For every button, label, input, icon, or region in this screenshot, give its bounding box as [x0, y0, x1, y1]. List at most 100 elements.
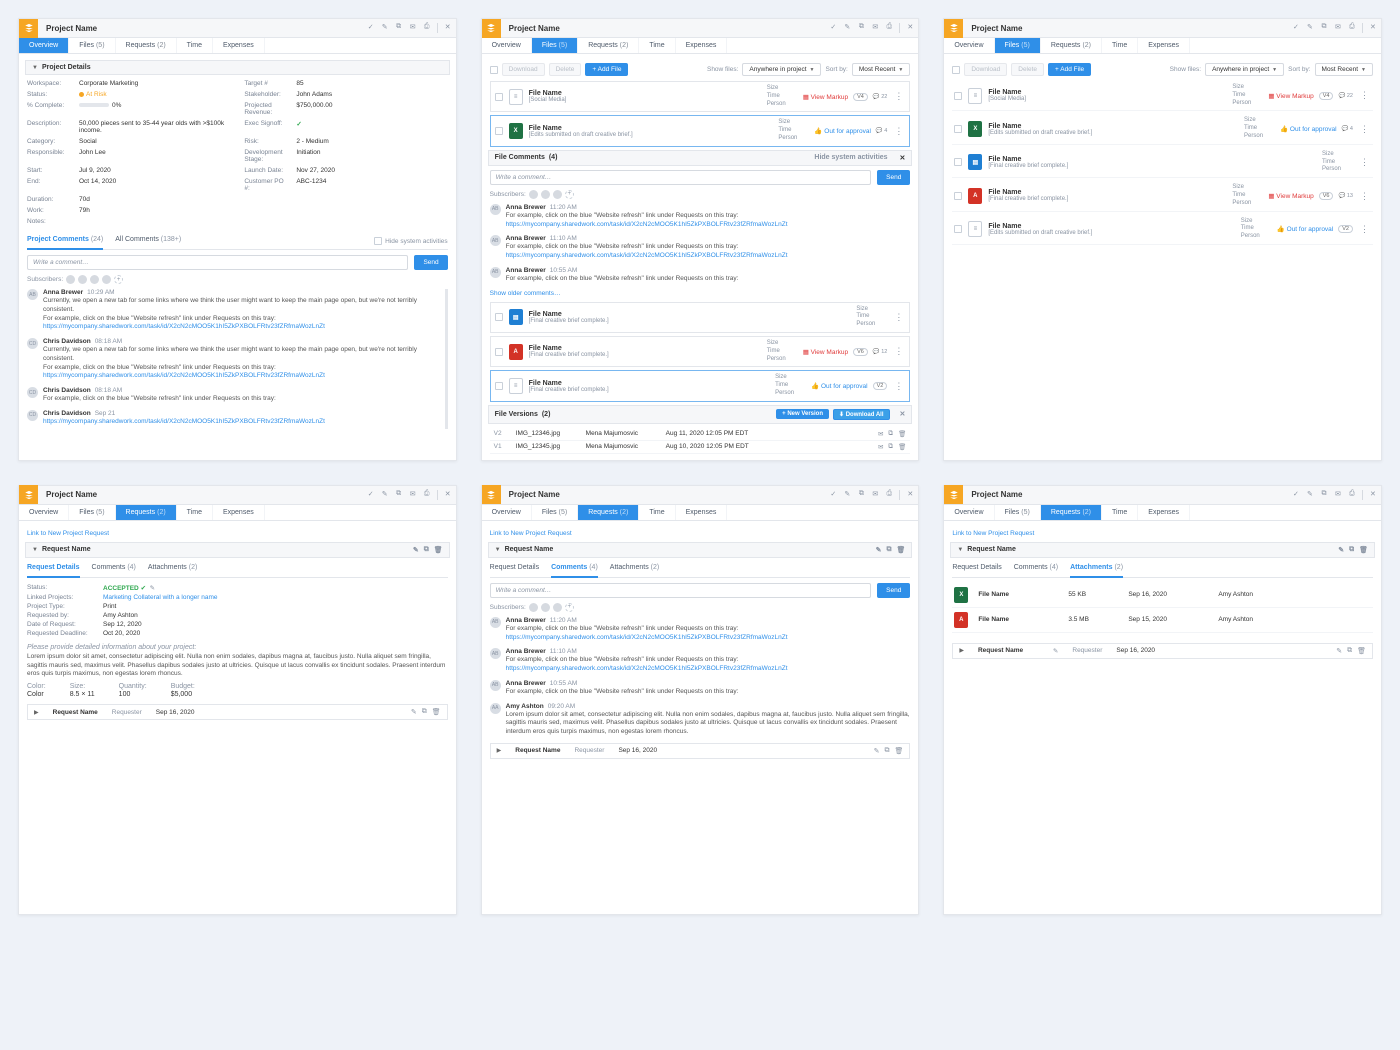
- file-checkbox[interactable]: [954, 192, 962, 200]
- tab-expenses[interactable]: Expenses: [213, 38, 265, 53]
- file-checkbox[interactable]: [495, 93, 503, 101]
- copy-icon[interactable]: ⧉: [395, 23, 403, 31]
- tab-overview[interactable]: Overview: [482, 38, 532, 53]
- version-delete-icon[interactable]: 🗑: [898, 430, 906, 438]
- comment-link[interactable]: https://mycompany.sharedwork.com/task/id…: [506, 634, 788, 641]
- version-copy-icon[interactable]: ⧉: [888, 430, 893, 438]
- file-more-icon[interactable]: ⋮: [1358, 127, 1371, 132]
- delete-button[interactable]: Delete: [549, 63, 582, 76]
- version-mail-icon[interactable]: ✉: [878, 443, 883, 451]
- link-new-request[interactable]: Link to New Project Request: [27, 527, 109, 542]
- view-markup-link[interactable]: ▦ View Markup: [1268, 92, 1313, 100]
- version-copy-icon[interactable]: ⧉: [888, 443, 893, 451]
- tab-expenses[interactable]: Expenses: [676, 38, 728, 53]
- mark-done-icon[interactable]: ✓: [367, 23, 375, 31]
- file-row[interactable]: XFile Name[Edits submitted on draft crea…: [490, 115, 911, 146]
- comment-link[interactable]: https://mycompany.sharedwork.com/task/id…: [506, 221, 788, 228]
- version-delete-icon[interactable]: 🗑: [898, 443, 906, 451]
- subtab-request-comments[interactable]: Comments (4): [92, 564, 136, 574]
- edit-request-icon[interactable]: ✎: [413, 546, 419, 554]
- file-comment-input[interactable]: Write a comment…: [490, 170, 871, 185]
- delete-request-icon[interactable]: 🗑: [434, 546, 443, 554]
- subtab-all-comments[interactable]: All Comments (138+): [115, 236, 181, 246]
- view-markup-link[interactable]: ▦ View Markup: [803, 348, 848, 356]
- file-checkbox[interactable]: [495, 348, 503, 356]
- print-icon[interactable]: ⎙: [423, 23, 431, 31]
- file-more-icon[interactable]: ⋮: [1358, 160, 1371, 165]
- view-markup-link[interactable]: ▦ View Markup: [803, 93, 848, 101]
- download-all-button[interactable]: ⬇ Download All: [833, 409, 889, 420]
- file-row[interactable]: ▤File Name[Final creative brief complete…: [952, 148, 1373, 178]
- file-checkbox[interactable]: [495, 313, 503, 321]
- view-markup-link[interactable]: ▦ View Markup: [1268, 192, 1313, 200]
- attachment-row[interactable]: XFile Name55 KBSep 16, 2020Amy Ashton: [952, 583, 1373, 608]
- comment-link[interactable]: https://mycompany.sharedwork.com/task/id…: [506, 252, 788, 259]
- file-checkbox[interactable]: [495, 382, 503, 390]
- file-more-icon[interactable]: ⋮: [1358, 93, 1371, 98]
- out-for-approval-link[interactable]: 👍 Out for approval: [1280, 125, 1337, 133]
- subtab-request-attachments[interactable]: Attachments (2): [148, 564, 197, 574]
- comment-link[interactable]: https://mycompany.sharedwork.com/task/id…: [43, 323, 325, 330]
- out-for-approval-link[interactable]: 👍 Out for approval: [811, 382, 868, 390]
- file-row[interactable]: ≡File Name[Edits submitted on draft crea…: [952, 215, 1373, 245]
- edit-inline-icon[interactable]: ✎: [1053, 647, 1058, 655]
- comment-link[interactable]: https://mycompany.sharedwork.com/task/id…: [43, 372, 325, 379]
- file-row[interactable]: AFile Name[Final creative brief complete…: [490, 336, 911, 367]
- file-more-icon[interactable]: ⋮: [892, 94, 905, 99]
- scope-dropdown[interactable]: Anywhere in project▼: [742, 63, 821, 76]
- mail-icon[interactable]: ✉: [409, 23, 417, 31]
- file-row[interactable]: ≡File Name[Social Media]SizeTimePerson▦ …: [490, 81, 911, 112]
- show-older-link[interactable]: Show older comments…: [490, 290, 561, 297]
- close-icon[interactable]: ✕: [444, 23, 452, 31]
- file-send-button[interactable]: Send: [877, 170, 910, 185]
- file-more-icon[interactable]: ⋮: [1358, 227, 1371, 232]
- tab-time[interactable]: Time: [639, 38, 675, 53]
- version-mail-icon[interactable]: ✉: [878, 430, 883, 438]
- project-details-header[interactable]: ▼Project Details: [25, 60, 450, 75]
- out-for-approval-link[interactable]: 👍 Out for approval: [1277, 225, 1334, 233]
- file-row[interactable]: ▤File Name[Final creative brief complete…: [490, 302, 911, 333]
- subtab-project-comments[interactable]: Project Comments (24): [27, 236, 103, 250]
- tab-files[interactable]: Files (5): [69, 38, 115, 53]
- attachment-row[interactable]: AFile Name3.5 MBSep 15, 2020Amy Ashton: [952, 608, 1373, 633]
- file-row[interactable]: AFile Name[Final creative brief complete…: [952, 181, 1373, 211]
- comment-link[interactable]: https://mycompany.sharedwork.com/task/id…: [506, 665, 788, 672]
- hide-sys-checkbox[interactable]: [374, 237, 382, 245]
- tab-files[interactable]: Files (5): [532, 38, 578, 53]
- download-button[interactable]: Download: [502, 63, 545, 76]
- out-for-approval-link[interactable]: 👍 Out for approval: [814, 127, 871, 135]
- file-more-icon[interactable]: ⋮: [892, 315, 905, 320]
- sort-dropdown[interactable]: Most Recent▼: [852, 63, 910, 76]
- tab-time[interactable]: Time: [177, 38, 213, 53]
- select-all-checkbox[interactable]: [490, 66, 498, 74]
- file-more-icon[interactable]: ⋮: [892, 349, 905, 354]
- file-row[interactable]: ≡File Name[Social Media]SizeTimePerson▦ …: [952, 81, 1373, 111]
- file-more-icon[interactable]: ⋮: [892, 129, 905, 134]
- file-checkbox[interactable]: [954, 158, 962, 166]
- edit-icon[interactable]: ✎: [381, 23, 389, 31]
- file-more-icon[interactable]: ⋮: [892, 384, 905, 389]
- request-header[interactable]: ▼Request Name✎⧉🗑: [25, 542, 450, 558]
- close-comments-icon[interactable]: ✕: [899, 154, 905, 162]
- edit-status-icon[interactable]: ✎: [150, 585, 155, 592]
- add-subscriber[interactable]: +: [114, 275, 123, 284]
- file-more-icon[interactable]: ⋮: [1358, 194, 1371, 199]
- close-versions-icon[interactable]: ✕: [899, 410, 905, 418]
- file-row[interactable]: ≡File Name[Final creative brief complete…: [490, 370, 911, 401]
- request-collapsed-row[interactable]: ▶Request Name Requester Sep 16, 2020 ✎⧉🗑: [27, 704, 448, 720]
- add-file-button[interactable]: + Add File: [585, 63, 628, 76]
- comment-link[interactable]: https://mycompany.sharedwork.com/task/id…: [43, 418, 325, 425]
- copy-request-icon[interactable]: ⧉: [424, 546, 429, 554]
- comment-input[interactable]: Write a comment…: [27, 255, 408, 270]
- file-row[interactable]: XFile Name[Edits submitted on draft crea…: [952, 114, 1373, 144]
- new-version-button[interactable]: + New Version: [776, 409, 829, 419]
- tab-requests[interactable]: Requests (2): [578, 38, 639, 53]
- file-checkbox[interactable]: [495, 127, 503, 135]
- file-checkbox[interactable]: [954, 225, 962, 233]
- tab-overview[interactable]: Overview: [19, 38, 69, 53]
- tab-requests[interactable]: Requests (2): [116, 38, 177, 53]
- send-button[interactable]: Send: [414, 255, 447, 270]
- file-checkbox[interactable]: [954, 125, 962, 133]
- subtab-request-details[interactable]: Request Details: [27, 564, 80, 578]
- file-checkbox[interactable]: [954, 92, 962, 100]
